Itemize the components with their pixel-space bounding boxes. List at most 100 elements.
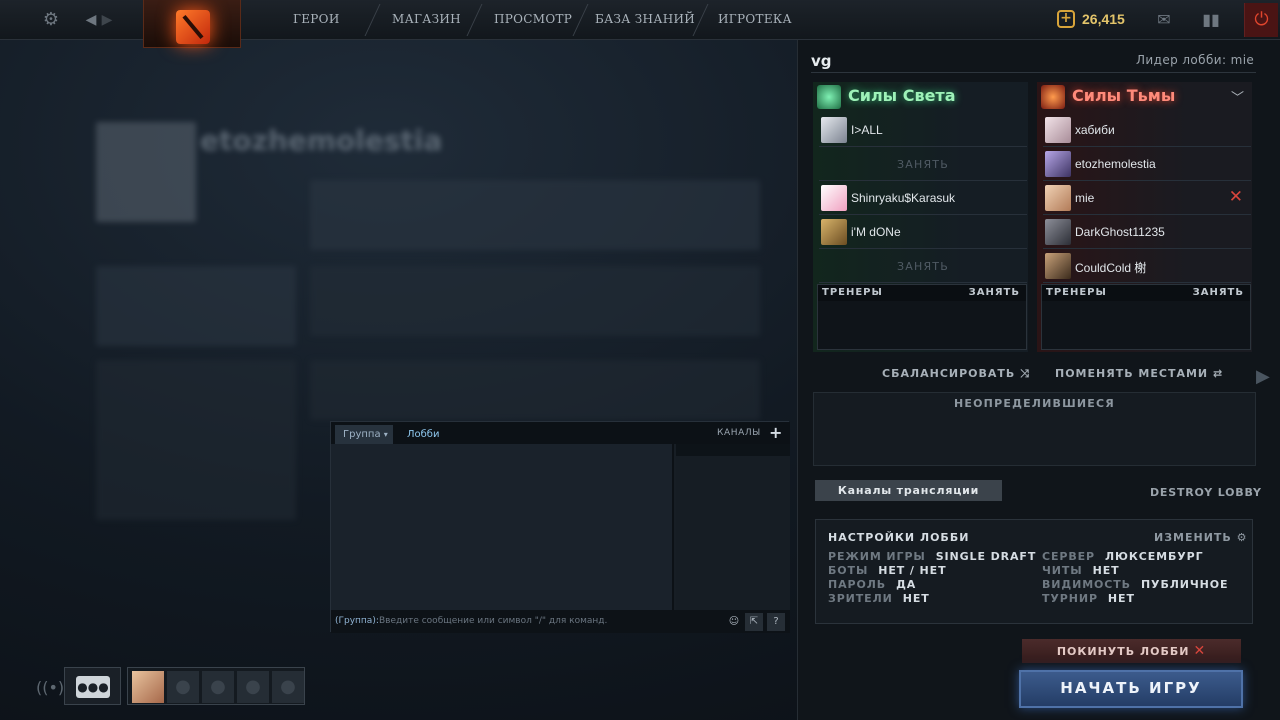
player-slot[interactable]: i'M dONe (819, 216, 1027, 249)
player-slot[interactable]: хабиби (1043, 114, 1251, 147)
profile-name-blurred: etozhemolestia (200, 124, 443, 157)
setting-label: ВИДИМОСТЬ (1042, 578, 1131, 591)
nav-heroes[interactable]: ГЕРОИ (293, 12, 340, 26)
exit-game-button[interactable]: ⏻ (1244, 3, 1278, 37)
profile-avatar-blurred (96, 122, 196, 222)
power-icon: ⏻ (1254, 9, 1269, 30)
chat-help-button[interactable]: ? (767, 613, 785, 631)
nav-knowledge-base[interactable]: БАЗА ЗНАНИЙ (595, 12, 695, 26)
chat-input-field[interactable]: Введите сообщение или символ "/" для ком… (379, 616, 607, 626)
top-navigation-bar: ⚙ ◀ ▶ ГЕРОИ МАГАЗИН ПРОСМОТР БАЗА ЗНАНИЙ… (0, 0, 1280, 48)
party-menu-button[interactable]: ●●● (64, 667, 121, 705)
shards-currency-icon: + (1057, 10, 1075, 28)
blurred-panel (96, 266, 296, 346)
empty-party-slot[interactable]: ● (237, 671, 269, 703)
coaches-header: ТРЕНЕРЫ ЗАНЯТЬ (1042, 285, 1250, 301)
team-dire-title: Силы Тьмы (1072, 86, 1176, 105)
edit-settings-button[interactable]: ИЗМЕНИТЬ ⚙ (1154, 531, 1248, 544)
player-name: i'M dONe (851, 225, 901, 239)
nav-arcade[interactable]: ИГРОТЕКА (718, 12, 792, 26)
setting-label: ТУРНИР (1042, 592, 1098, 605)
chat-tab-group[interactable]: Группа ▾ (335, 425, 393, 444)
setting-label: РЕЖИМ ИГРЫ (828, 550, 926, 563)
player-avatar (821, 117, 847, 143)
setting-game-mode: РЕЖИМ ИГРЫ SINGLE DRAFT (828, 550, 1036, 563)
add-channel-icon[interactable]: + (769, 423, 782, 442)
take-slot-button[interactable]: ЗАНЯТЬ (819, 250, 1027, 283)
setting-label: СЕРВЕР (1042, 550, 1096, 563)
player-name: mie (1075, 191, 1095, 205)
forward-arrow-icon[interactable]: ▶ (96, 9, 118, 31)
player-name: I>ALL (851, 123, 883, 137)
nav-watch[interactable]: ПРОСМОТР (494, 12, 572, 26)
unassigned-players-area[interactable]: НЕОПРЕДЕЛИВШИЕСЯ (813, 392, 1256, 466)
player-name: etozhemolestia (1075, 157, 1156, 171)
start-game-button[interactable]: НАЧАТЬ ИГРУ (1019, 670, 1243, 708)
leave-lobby-button[interactable]: ПОКИНУТЬ ЛОББИ ✕ (1022, 639, 1241, 663)
party-member-avatar[interactable] (132, 671, 164, 703)
player-avatar (1045, 253, 1071, 279)
take-slot-button[interactable]: ЗАНЯТЬ (819, 148, 1027, 181)
take-coach-button[interactable]: ЗАНЯТЬ (1193, 287, 1244, 298)
destroy-lobby-button[interactable]: DESTROY LOBBY (1150, 486, 1262, 499)
setting-label: ПАРОЛЬ (828, 578, 887, 591)
dota-logo-home-button[interactable] (143, 0, 241, 48)
expand-panel-arrow-icon[interactable]: ▶ (1256, 366, 1270, 387)
chat-tab-lobby[interactable]: Лобби (407, 429, 439, 440)
swap-teams-button[interactable]: ПОМЕНЯТЬ МЕСТАМИ ⇄ (1055, 367, 1223, 380)
balance-teams-label: СБАЛАНСИРОВАТЬ (882, 367, 1016, 380)
player-avatar (821, 219, 847, 245)
player-avatar (1045, 219, 1071, 245)
balance-teams-button[interactable]: СБАЛАНСИРОВАТЬ ⤨ (882, 367, 1030, 381)
chevron-down-icon[interactable]: ﹀ (1231, 87, 1244, 106)
dota-logo-icon (176, 10, 210, 44)
popout-chat-icon[interactable]: ⇱ (745, 613, 763, 631)
nav-separator (466, 4, 483, 36)
party-slots: ● ● ● ● (127, 667, 305, 705)
divider (811, 72, 1256, 73)
nav-separator (572, 4, 589, 36)
take-coach-button[interactable]: ЗАНЯТЬ (969, 287, 1020, 298)
player-slot[interactable]: mie ✕ (1043, 182, 1251, 215)
player-name: хабиби (1075, 123, 1115, 137)
kick-player-icon[interactable]: ✕ (1229, 187, 1243, 207)
player-slot[interactable]: DarkGhost11235 (1043, 216, 1251, 249)
player-slot[interactable]: I>ALL (819, 114, 1027, 147)
player-slot[interactable]: Shinryaku$Karasuk (819, 182, 1027, 215)
close-icon: ✕ (1193, 643, 1207, 659)
armory-icon[interactable]: ▮▮ (1200, 9, 1222, 31)
setting-value: ЛЮКСЕМБУРГ (1105, 550, 1204, 563)
swap-teams-label: ПОМЕНЯТЬ МЕСТАМИ (1055, 367, 1209, 380)
player-slot[interactable]: CouldCold 榭 (1043, 250, 1251, 283)
leave-lobby-label: ПОКИНУТЬ ЛОББИ (1056, 645, 1190, 658)
chat-input-bar[interactable]: (Группа): Введите сообщение или символ "… (331, 610, 790, 633)
broadcast-channels-button[interactable]: Каналы трансляции (815, 480, 1002, 501)
setting-value: НЕТ (1107, 592, 1135, 605)
mail-icon[interactable]: ✉ (1153, 9, 1175, 31)
empty-party-slot[interactable]: ● (167, 671, 199, 703)
player-avatar (1045, 117, 1071, 143)
emoticon-icon[interactable]: ☺ (725, 613, 743, 631)
blurred-panel (310, 180, 760, 250)
lobby-name: vg (811, 52, 832, 70)
empty-party-slot[interactable]: ● (202, 671, 234, 703)
chat-channels-button[interactable]: КАНАЛЫ (717, 428, 761, 438)
team-dire: Силы Тьмы ﹀ хабиби etozhemolestia mie ✕ … (1037, 82, 1252, 352)
setting-value: ДА (896, 578, 917, 591)
player-slot[interactable]: etozhemolestia (1043, 148, 1251, 181)
empty-party-slot[interactable]: ● (272, 671, 304, 703)
gear-icon: ⚙ (1236, 531, 1248, 544)
blurred-panel (96, 360, 296, 520)
setting-value: НЕТ (1092, 564, 1120, 577)
chat-member-list[interactable] (676, 444, 790, 610)
group-icon: ●●● (76, 676, 110, 698)
setting-value: НЕТ / НЕТ (878, 564, 947, 577)
lobby-leader: Лидер лобби: mie (1136, 53, 1255, 67)
chat-window: Группа ▾ Лобби КАНАЛЫ + (Группа): Введит… (330, 421, 790, 633)
nav-store[interactable]: МАГАЗИН (392, 12, 461, 26)
coaches-label: ТРЕНЕРЫ (1046, 287, 1107, 298)
player-name: CouldCold 榭 (1075, 261, 1147, 275)
setting-label: ЗРИТЕЛИ (828, 592, 893, 605)
chat-message-log[interactable] (331, 444, 674, 610)
gear-icon[interactable]: ⚙ (40, 9, 62, 31)
